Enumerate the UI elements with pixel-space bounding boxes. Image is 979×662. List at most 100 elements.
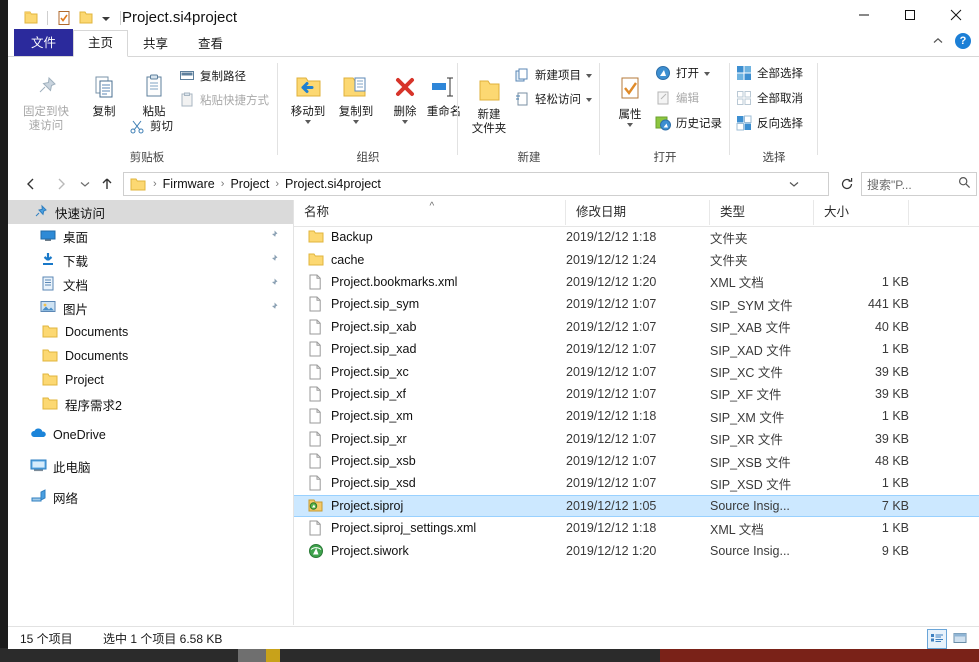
maximize-button[interactable] xyxy=(887,0,933,30)
column-header-date-modified[interactable]: 修改日期 xyxy=(566,200,710,225)
large-icons-view-button[interactable] xyxy=(951,629,969,647)
table-row[interactable]: Project.sip_xm 2019/12/12 1:18 SIP_XM 文件… xyxy=(294,405,979,427)
pin-icon[interactable] xyxy=(267,277,279,289)
search-box[interactable]: 搜索"P... xyxy=(861,172,977,196)
file-date: 2019/12/12 1:07 xyxy=(566,319,657,334)
easy-access-button[interactable]: 轻松访问 xyxy=(514,88,595,110)
sidebar-item-requirements[interactable]: 程序需求2 xyxy=(8,392,293,416)
search-icon[interactable] xyxy=(958,176,971,192)
properties-button[interactable]: 属性 xyxy=(604,65,656,129)
properties-caret-icon[interactable] xyxy=(604,122,656,129)
refresh-button[interactable] xyxy=(836,174,858,194)
sidebar-item-documents[interactable]: 文档 xyxy=(8,272,293,296)
breadcrumb-current[interactable]: Project.si4project xyxy=(282,177,384,191)
sidebar-item-documents-3[interactable]: Documents xyxy=(8,344,293,368)
invert-selection-button[interactable]: 反向选择 xyxy=(736,112,803,134)
table-row[interactable]: cache 2019/12/12 1:24 文件夹 xyxy=(294,248,979,270)
table-row[interactable]: Project.sip_xr 2019/12/12 1:07 SIP_XR 文件… xyxy=(294,428,979,450)
copy-to-caret-icon[interactable] xyxy=(330,119,382,126)
breadcrumb-firmware[interactable]: Firmware xyxy=(160,177,218,191)
sidebar-item-quick-access[interactable]: 快速访问 xyxy=(8,200,293,224)
properties-icon[interactable] xyxy=(55,9,73,27)
select-all-button[interactable]: 全部选择 xyxy=(736,62,803,84)
minimize-button[interactable] xyxy=(841,0,887,30)
breadcrumb-separator[interactable]: › xyxy=(272,178,282,190)
edit-button[interactable]: 编辑 xyxy=(655,87,699,109)
file-name-cell: Project.sip_xm xyxy=(308,405,413,427)
delete-caret-icon[interactable] xyxy=(379,119,431,126)
chevron-up-icon[interactable] xyxy=(931,34,945,48)
tab-file[interactable]: 文件 xyxy=(14,29,74,57)
new-folder-button[interactable]: 新建 文件夹 xyxy=(463,65,515,136)
table-row[interactable]: Project.bookmarks.xml 2019/12/12 1:20 XM… xyxy=(294,271,979,293)
recent-locations-button[interactable] xyxy=(74,174,96,194)
chevron-down-icon[interactable] xyxy=(784,173,804,195)
copy-to-button[interactable]: 复制到 xyxy=(330,62,382,126)
view-mode-buttons xyxy=(927,629,969,649)
sidebar-item-documents-2[interactable]: Documents xyxy=(8,320,293,344)
column-header-name[interactable]: ^ 名称 xyxy=(294,200,566,225)
sidebar-item-this-pc[interactable]: 此电脑 xyxy=(8,454,293,478)
open-button[interactable]: 打开 xyxy=(655,62,713,84)
column-header-size[interactable]: 大小 xyxy=(814,200,909,225)
pin-icon[interactable] xyxy=(267,229,279,241)
new-folder-icon[interactable] xyxy=(77,9,95,27)
qat-separator-2 xyxy=(120,11,121,25)
sidebar-item-project[interactable]: Project xyxy=(8,368,293,392)
table-row[interactable]: Project.sip_xf 2019/12/12 1:07 SIP_XF 文件… xyxy=(294,383,979,405)
move-to-button[interactable]: 移动到 xyxy=(282,62,334,126)
file-date: 2019/12/12 1:07 xyxy=(566,454,657,469)
pin-to-quick-access-button[interactable]: 固定到快 速访问 xyxy=(20,62,72,133)
address-breadcrumb-bar[interactable]: › Firmware › Project › Project.si4projec… xyxy=(123,172,829,196)
folder-icon[interactable] xyxy=(22,9,40,27)
table-row[interactable]: Project.sip_xsb 2019/12/12 1:07 SIP_XSB … xyxy=(294,450,979,472)
file-type: SIP_XAD 文件 xyxy=(710,343,792,358)
new-item-caret-icon[interactable] xyxy=(586,71,595,80)
sidebar-item-onedrive[interactable]: OneDrive xyxy=(8,423,293,447)
select-none-button[interactable]: 全部取消 xyxy=(736,87,803,109)
copy-button[interactable]: 复制 xyxy=(78,62,130,119)
back-button[interactable] xyxy=(20,174,42,194)
table-row-selected[interactable]: Project.siproj 2019/12/12 1:05 Source In… xyxy=(294,494,979,518)
tab-view[interactable]: 查看 xyxy=(183,31,238,57)
table-row[interactable]: Backup 2019/12/12 1:18 文件夹 xyxy=(294,226,979,248)
table-row[interactable]: Project.sip_xsd 2019/12/12 1:07 SIP_XSD … xyxy=(294,472,979,494)
sidebar-item-pictures[interactable]: 图片 xyxy=(8,296,293,320)
details-view-button[interactable] xyxy=(927,629,947,649)
table-row[interactable]: Project.sip_xab 2019/12/12 1:07 SIP_XAB … xyxy=(294,316,979,338)
file-date: 2019/12/12 1:18 xyxy=(566,521,657,536)
breadcrumb-separator[interactable]: › xyxy=(218,178,228,190)
paste-button[interactable]: 粘贴 xyxy=(128,62,180,119)
breadcrumb-project[interactable]: Project xyxy=(227,177,272,191)
cut-button[interactable]: 剪切 xyxy=(129,115,173,137)
history-button[interactable]: 历史记录 xyxy=(655,112,722,134)
table-row[interactable]: Project.siwork 2019/12/12 1:20 Source In… xyxy=(294,539,979,561)
open-caret-icon[interactable] xyxy=(704,69,713,78)
search-input[interactable]: 搜索"P... xyxy=(867,176,958,193)
move-to-caret-icon[interactable] xyxy=(282,119,334,126)
new-item-button[interactable]: 新建项目 xyxy=(514,64,595,86)
column-header-type[interactable]: 类型 xyxy=(710,200,814,225)
copy-path-button[interactable]: 复制路径 xyxy=(179,65,246,87)
tab-home[interactable]: 主页 xyxy=(73,30,129,57)
paste-shortcut-button[interactable]: 粘贴快捷方式 xyxy=(179,89,269,111)
close-button[interactable] xyxy=(933,0,979,30)
pin-icon[interactable] xyxy=(267,253,279,265)
table-row[interactable]: Project.sip_xad 2019/12/12 1:07 SIP_XAD … xyxy=(294,338,979,360)
tab-share[interactable]: 共享 xyxy=(128,31,183,57)
forward-button[interactable] xyxy=(50,174,72,194)
sidebar-item-downloads[interactable]: 下载 xyxy=(8,248,293,272)
select-all-icon xyxy=(736,65,752,81)
breadcrumb-separator[interactable]: › xyxy=(150,178,160,190)
sidebar-item-network[interactable]: 网络 xyxy=(8,485,293,509)
customize-qat-caret-icon[interactable] xyxy=(99,11,113,25)
sidebar-item-desktop[interactable]: 桌面 xyxy=(8,224,293,248)
up-button[interactable] xyxy=(96,174,118,194)
easy-access-caret-icon[interactable] xyxy=(586,95,595,104)
help-button[interactable]: ? xyxy=(955,33,971,49)
table-row[interactable]: Project.sip_xc 2019/12/12 1:07 SIP_XC 文件… xyxy=(294,360,979,382)
edit-icon xyxy=(655,90,671,106)
pin-icon[interactable] xyxy=(267,301,279,313)
table-row[interactable]: Project.siproj_settings.xml 2019/12/12 1… xyxy=(294,517,979,539)
table-row[interactable]: Project.sip_sym 2019/12/12 1:07 SIP_SYM … xyxy=(294,293,979,315)
